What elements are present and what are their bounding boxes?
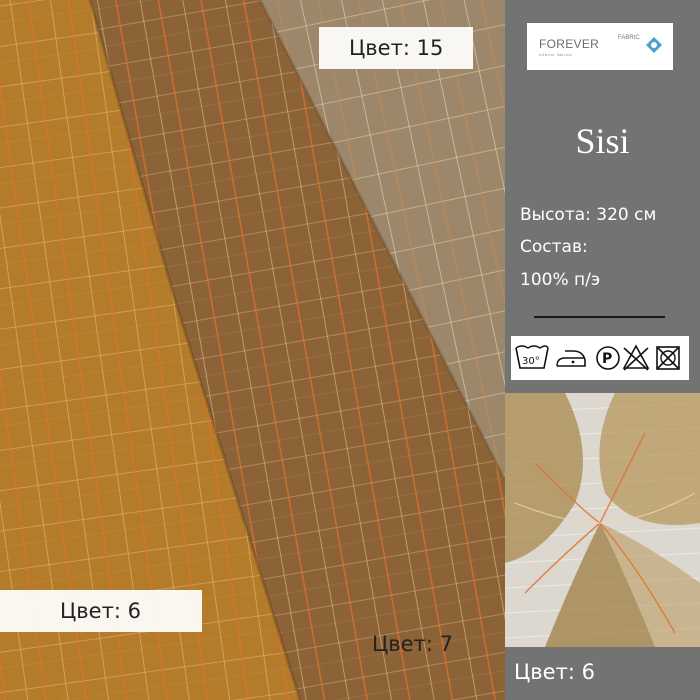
wash-temp-text: 30° <box>522 356 540 367</box>
height-spec: Высота: 320 см <box>520 205 657 225</box>
no-bleach-icon <box>622 344 650 371</box>
fabric-photo-thumbnail <box>505 393 700 647</box>
color-label-15: Цвет: 15 <box>319 27 473 69</box>
dry-clean-p-icon: P <box>596 346 620 370</box>
svg-text:P: P <box>602 351 612 367</box>
product-name: Sisi <box>575 121 630 161</box>
iron-low-icon <box>556 350 586 367</box>
brand-badge-icon <box>646 37 662 53</box>
logo-fabric-text: FABRIC <box>618 35 640 41</box>
no-tumble-dry-icon <box>656 346 680 370</box>
color-label-7: Цвет: 7 <box>372 632 453 656</box>
wash-30-icon: 30° <box>515 345 549 369</box>
brand-logo: FOREVER interior fabrics FABRIC <box>527 23 673 70</box>
logo-main-text: FOREVER <box>539 37 600 51</box>
thumbnail-illustration <box>505 393 700 647</box>
logo-sub-text: interior fabrics <box>539 52 573 57</box>
divider <box>534 316 665 318</box>
composition-value: 100% п/э <box>520 270 601 290</box>
color-label-6: Цвет: 6 <box>0 590 202 632</box>
thumb-color-label: Цвет: 6 <box>514 660 595 684</box>
care-symbols-row: 30° P <box>515 344 680 371</box>
care-symbols: 30° P <box>511 336 689 380</box>
composition-label: Состав: <box>520 237 588 257</box>
